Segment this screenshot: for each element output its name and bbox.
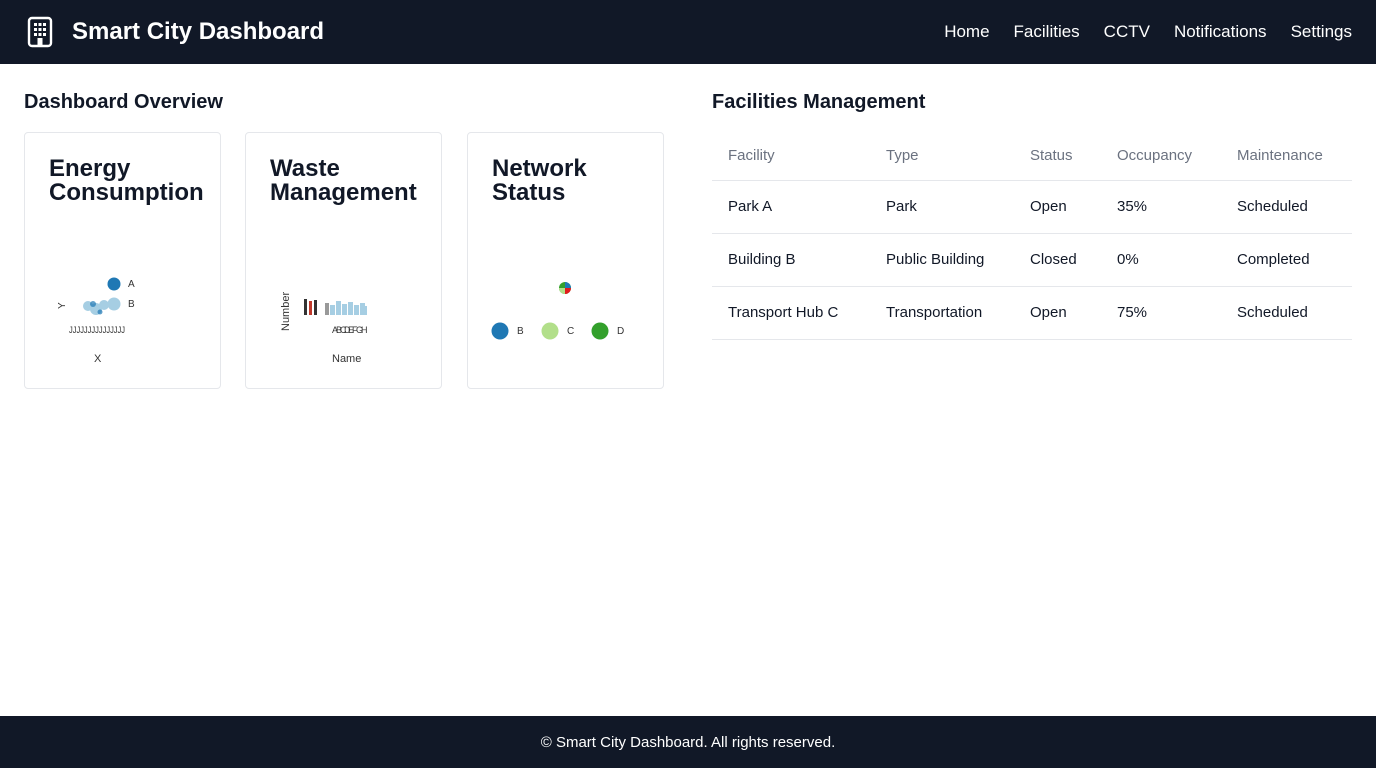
scatter-point bbox=[97, 309, 103, 315]
y-axis-label: Y bbox=[57, 302, 68, 309]
pie-slice bbox=[559, 288, 565, 294]
nav-settings[interactable]: Settings bbox=[1291, 22, 1352, 42]
maintenance-cell: Scheduled bbox=[1221, 286, 1352, 340]
x-axis-label: X bbox=[94, 353, 102, 365]
legend-label-a: A bbox=[128, 279, 135, 290]
facility-cell: Transport Hub C bbox=[712, 286, 870, 340]
scatter-point bbox=[99, 300, 109, 310]
legend-label-d: D bbox=[617, 326, 624, 337]
table-header-row: Facility Type Status Occupancy Maintenan… bbox=[712, 132, 1352, 181]
occupancy-cell: 75% bbox=[1101, 286, 1221, 340]
waste-management-card: Number A B C D E F G H Name Waste Manage… bbox=[245, 132, 442, 389]
y-axis-label: Number bbox=[280, 292, 292, 331]
building-icon[interactable] bbox=[24, 16, 56, 48]
legend-label-b: B bbox=[128, 299, 135, 310]
nav-notifications[interactable]: Notifications bbox=[1174, 22, 1267, 42]
energy-card-title: Energy Consumption bbox=[49, 155, 204, 206]
dashboard-overview: Dashboard Overview A B Y JJJJJJJJJJJJJJJ… bbox=[24, 90, 664, 389]
network-card-title: Network Status bbox=[492, 155, 587, 206]
main-nav: Home Facilities CCTV Notifications Setti… bbox=[944, 22, 1352, 42]
column-header-facility: Facility bbox=[712, 132, 870, 181]
column-header-status: Status bbox=[1014, 132, 1101, 181]
bar bbox=[348, 302, 353, 315]
legend-marker-d bbox=[591, 322, 609, 340]
bar bbox=[304, 299, 307, 315]
table-row[interactable]: Building B Public Building Closed 0% Com… bbox=[712, 233, 1352, 287]
occupancy-cell: 35% bbox=[1101, 180, 1221, 234]
footer-text: © Smart City Dashboard. All rights reser… bbox=[540, 733, 836, 751]
status-cell: Open bbox=[1014, 286, 1101, 340]
x-tick-labels: JJJJJJJJJJJJJJJ bbox=[69, 325, 125, 335]
legend-label-c: C bbox=[567, 326, 574, 337]
overview-title: Dashboard Overview bbox=[24, 91, 223, 113]
bar bbox=[361, 306, 367, 315]
column-header-type: Type bbox=[870, 132, 1014, 181]
table-row[interactable]: Transport Hub C Transportation Open 75% … bbox=[712, 286, 1352, 340]
bar bbox=[330, 305, 335, 315]
bar bbox=[336, 301, 341, 315]
facility-cell: Park A bbox=[712, 180, 870, 234]
bar bbox=[314, 300, 317, 315]
bar bbox=[325, 303, 329, 315]
type-cell: Park bbox=[870, 180, 1014, 234]
legend-marker-b bbox=[491, 322, 509, 340]
facility-cell: Building B bbox=[712, 233, 870, 287]
column-header-maintenance: Maintenance bbox=[1221, 132, 1352, 181]
network-status-card: B C D Network Status bbox=[467, 132, 664, 389]
x-axis-label: Name bbox=[332, 353, 361, 365]
maintenance-cell: Completed bbox=[1221, 233, 1352, 287]
nav-facilities[interactable]: Facilities bbox=[1014, 22, 1080, 42]
bar bbox=[309, 301, 312, 315]
waste-card-title: Waste Management bbox=[270, 155, 417, 206]
maintenance-cell: Scheduled bbox=[1221, 180, 1352, 234]
column-header-occupancy: Occupancy bbox=[1101, 132, 1221, 181]
legend-marker-b bbox=[107, 297, 121, 311]
occupancy-cell: 0% bbox=[1101, 233, 1221, 287]
status-cell: Closed bbox=[1014, 233, 1101, 287]
pie-slice bbox=[565, 288, 571, 294]
facilities-management: Facilities Management Facility Type Stat… bbox=[712, 90, 1352, 340]
pie-slice bbox=[565, 282, 571, 288]
app-footer: © Smart City Dashboard. All rights reser… bbox=[0, 716, 1376, 768]
legend-marker-c bbox=[541, 322, 559, 340]
bar bbox=[342, 304, 347, 315]
table-row[interactable]: Park A Park Open 35% Scheduled bbox=[712, 180, 1352, 234]
nav-cctv[interactable]: CCTV bbox=[1104, 22, 1150, 42]
x-tick-label: H bbox=[361, 325, 368, 335]
facilities-title: Facilities Management bbox=[712, 91, 926, 113]
nav-home[interactable]: Home bbox=[944, 22, 989, 42]
app-title: Smart City Dashboard bbox=[72, 18, 325, 45]
type-cell: Public Building bbox=[870, 233, 1014, 287]
legend-label-b: B bbox=[517, 326, 524, 337]
facilities-table: Facility Type Status Occupancy Maintenan… bbox=[712, 132, 1352, 340]
app-header: Smart City Dashboard Home Facilities CCT… bbox=[0, 0, 1376, 64]
type-cell: Transportation bbox=[870, 286, 1014, 340]
scatter-point bbox=[90, 301, 96, 307]
legend-marker-a bbox=[107, 277, 121, 291]
bar bbox=[354, 305, 359, 315]
status-cell: Open bbox=[1014, 180, 1101, 234]
energy-consumption-card: A B Y JJJJJJJJJJJJJJJ X Energy Consumpti… bbox=[24, 132, 221, 389]
